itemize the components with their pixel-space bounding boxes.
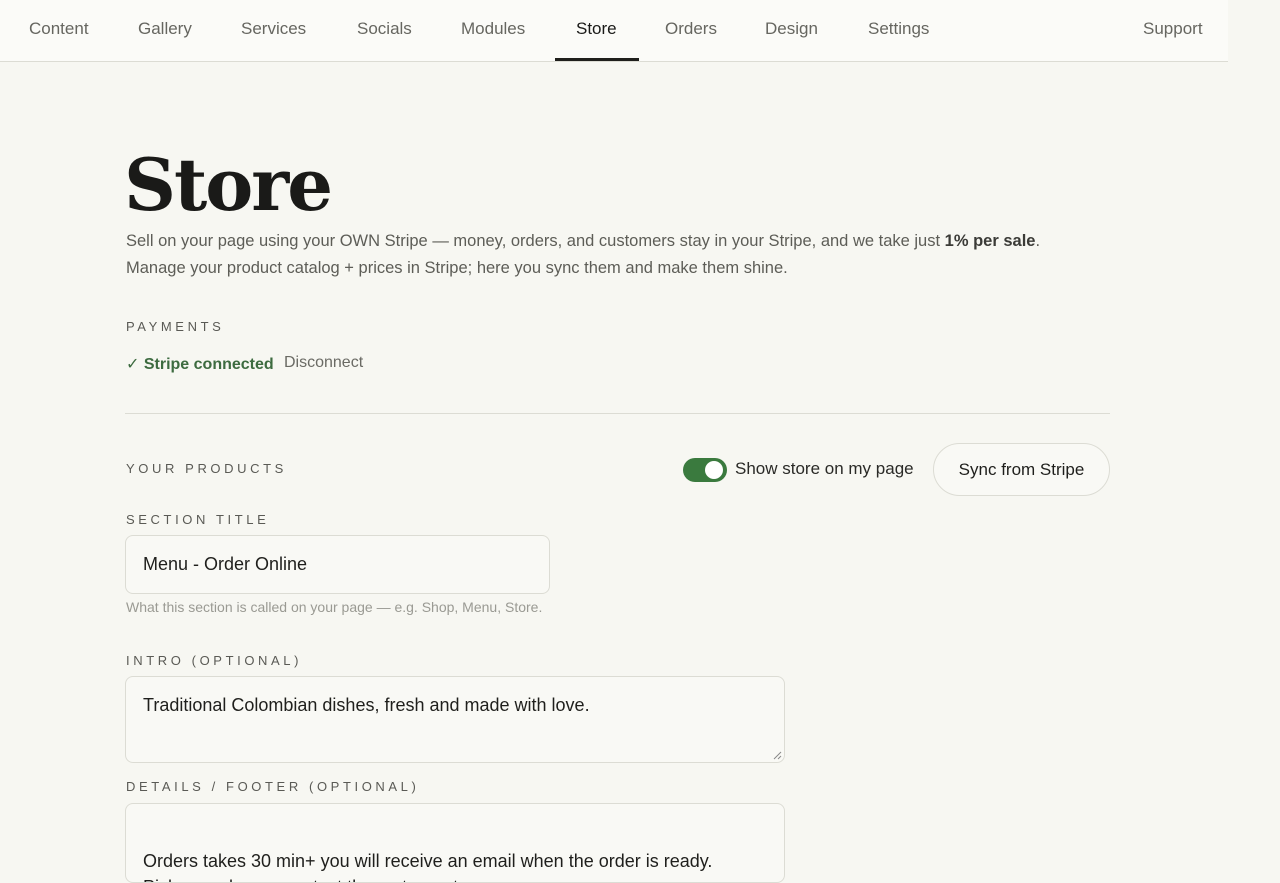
details-textarea[interactable]: Orders takes 30 min+ you will receive an… (125, 803, 785, 883)
intro-textarea[interactable]: Traditional Colombian dishes, fresh and … (125, 676, 785, 763)
description-line-1: Sell on your page using your OWN Stripe … (126, 228, 1126, 255)
top-navigation: Content Gallery Services Socials Modules… (0, 0, 1228, 62)
section-divider (125, 413, 1110, 414)
products-heading: YOUR PRODUCTS (126, 461, 287, 476)
intro-text: Traditional Colombian dishes, fresh and … (143, 695, 590, 715)
tab-socials[interactable]: Socials (357, 0, 412, 62)
description-line-2: Manage your product catalog + prices in … (126, 258, 788, 277)
toggle-knob (705, 461, 723, 479)
sync-from-stripe-button[interactable]: Sync from Stripe (933, 443, 1110, 496)
section-title-help: What this section is called on your page… (126, 599, 543, 615)
stripe-status: ✓ Stripe connected (126, 354, 274, 374)
tab-store[interactable]: Store (576, 0, 617, 62)
resize-handle-icon[interactable] (773, 751, 782, 760)
show-store-toggle[interactable] (683, 458, 727, 482)
active-tab-indicator (555, 58, 639, 61)
intro-label: INTRO (OPTIONAL) (126, 653, 303, 668)
payments-heading: PAYMENTS (126, 319, 225, 334)
tab-orders[interactable]: Orders (665, 0, 717, 62)
tab-support[interactable]: Support (1143, 0, 1203, 62)
section-title-input[interactable]: Menu - Order Online (125, 535, 550, 594)
description-text: Sell on your page using your OWN Stripe … (126, 232, 945, 250)
description-period: . (1035, 232, 1041, 250)
tab-content[interactable]: Content (29, 0, 89, 62)
page-title: Store (124, 142, 333, 227)
stripe-status-text: ✓ Stripe connected (126, 356, 274, 373)
fee-highlight: 1% per sale (944, 232, 1036, 250)
tab-gallery[interactable]: Gallery (138, 0, 192, 62)
tab-design[interactable]: Design (765, 0, 818, 62)
details-label: DETAILS / FOOTER (OPTIONAL) (126, 779, 420, 794)
section-title-label: SECTION TITLE (126, 512, 270, 527)
show-store-label: Show store on my page (735, 459, 914, 478)
tab-settings[interactable]: Settings (868, 0, 929, 62)
page-description: Sell on your page using your OWN Stripe … (126, 228, 1126, 281)
tab-services[interactable]: Services (241, 0, 306, 62)
disconnect-link[interactable]: Disconnect (284, 354, 363, 372)
tab-modules[interactable]: Modules (461, 0, 525, 62)
